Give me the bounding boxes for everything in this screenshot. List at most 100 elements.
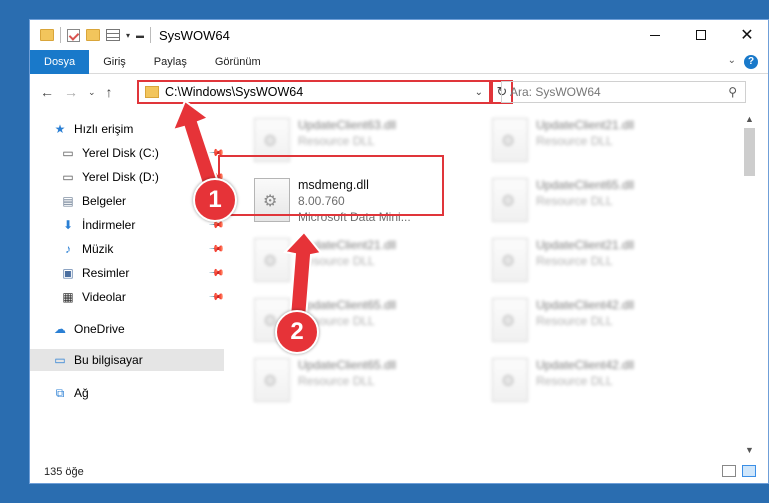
file-desc: Resource DLL: [536, 254, 613, 268]
nav-item-pictures[interactable]: ▣ Resimler 📌: [30, 262, 224, 284]
window-controls: ✕: [632, 20, 768, 50]
tab-share[interactable]: Paylaş: [140, 50, 201, 74]
file-name: UpdateClient65.dll: [536, 178, 635, 192]
nav-item-label: İndirmeler: [82, 218, 136, 232]
file-item[interactable]: UpdateClient65.dll Resource DLL: [484, 174, 706, 226]
explorer-window: ▾ ▬ SysWOW64 ✕ Dosya Giriş Paylaş Görünü…: [29, 19, 769, 484]
nav-item-music[interactable]: ♪ Müzik 📌: [30, 238, 225, 260]
item-count: 135 öğe: [44, 466, 84, 478]
dll-file-icon: [254, 238, 290, 282]
video-icon: ▦: [62, 290, 74, 304]
cloud-icon: ☁: [54, 322, 66, 336]
chevron-down-icon[interactable]: ▾: [126, 31, 130, 40]
search-input[interactable]: Ara: SysWOW64: [510, 85, 728, 99]
dll-file-icon: [492, 178, 528, 222]
dll-file-icon: [492, 298, 528, 342]
back-arrow-icon[interactable]: ←: [40, 84, 54, 100]
file-name: UpdateClient21.dll: [536, 118, 635, 132]
nav-item-label: Yerel Disk (C:): [82, 146, 159, 160]
toolbar-separator: [150, 27, 152, 43]
minimize-button[interactable]: [632, 20, 678, 50]
address-row: ← → ⌄ ↑ C:\Windows\SysWOW64 ⌄ ↻ Ara: Sys…: [30, 75, 768, 109]
nav-item-label: Videolar: [82, 290, 126, 304]
scroll-thumb[interactable]: [744, 128, 755, 176]
network-icon: ⧉: [55, 385, 65, 400]
customize-toolbar-icon[interactable]: ▬: [136, 31, 144, 40]
address-bar[interactable]: C:\Windows\SysWOW64 ⌄: [137, 80, 491, 104]
pin-icon[interactable]: 📌: [208, 265, 225, 282]
nav-item-label: Hızlı erişim: [74, 122, 134, 136]
nav-item-label: Yerel Disk (D:): [82, 170, 159, 184]
folder-icon[interactable]: [40, 29, 54, 41]
maximize-button[interactable]: [678, 20, 724, 50]
folder-icon: [145, 86, 159, 98]
file-item[interactable]: UpdateClient21.dll Resource DLL: [484, 114, 706, 166]
file-name: UpdateClient21.dll: [298, 238, 397, 252]
nav-item-videos[interactable]: ▦ Videolar 📌: [30, 286, 224, 308]
file-desc: Resource DLL: [536, 194, 613, 208]
file-name: UpdateClient65.dll: [298, 358, 397, 372]
close-icon: ✕: [740, 27, 754, 44]
file-desc: Resource DLL: [536, 374, 613, 388]
pin-icon[interactable]: 📌: [208, 241, 225, 258]
tab-view[interactable]: Görünüm: [201, 50, 275, 74]
dll-file-icon: [492, 358, 528, 402]
navigation-pane: ★ Hızlı erişim ▭ Yerel Disk (C:) 📌 ▭ Yer…: [30, 110, 225, 460]
help-icon[interactable]: ?: [744, 55, 758, 69]
dll-file-icon: [492, 118, 528, 162]
pin-icon[interactable]: 📌: [208, 289, 225, 306]
new-folder-icon[interactable]: [86, 29, 100, 41]
nav-item-label: OneDrive: [74, 322, 125, 336]
nav-item-downloads[interactable]: ⬇ İndirmeler 📌: [30, 214, 225, 236]
nav-item-onedrive[interactable]: ☁ OneDrive: [30, 318, 224, 340]
nav-item-network[interactable]: ⧉ Ağ: [30, 382, 224, 404]
nav-item-this-pc[interactable]: ▭ Bu bilgisayar: [30, 349, 224, 371]
file-desc: Resource DLL: [298, 254, 375, 268]
drive-icon: ▭: [62, 170, 74, 184]
address-path[interactable]: C:\Windows\SysWOW64: [165, 85, 475, 99]
search-box[interactable]: Ara: SysWOW64 ⚲: [501, 81, 746, 103]
nav-item-drive-c[interactable]: ▭ Yerel Disk (C:) 📌: [30, 142, 224, 164]
file-name: UpdateClient63.dll: [298, 118, 397, 132]
chevron-down-icon[interactable]: ⌄: [475, 87, 483, 98]
file-item[interactable]: UpdateClient65.dll Resource DLL: [246, 354, 468, 406]
scroll-down-icon[interactable]: ▼: [745, 445, 754, 455]
expand-ribbon-icon[interactable]: ⌄: [728, 55, 736, 66]
search-icon: ⚲: [728, 85, 737, 99]
file-desc: Resource DLL: [536, 314, 613, 328]
recent-locations-icon[interactable]: ⌄: [88, 87, 96, 98]
tab-home[interactable]: Giriş: [89, 50, 140, 74]
tab-file[interactable]: Dosya: [30, 49, 90, 74]
tiles-view-icon[interactable]: [742, 465, 756, 477]
file-desc: Resource DLL: [298, 374, 375, 388]
toolbar-separator: [60, 27, 61, 43]
properties-icon[interactable]: [106, 29, 120, 41]
nav-item-label: Bu bilgisayar: [74, 353, 143, 367]
vertical-scrollbar[interactable]: ▲ ▼: [741, 110, 758, 455]
documents-icon: ▤: [62, 194, 74, 208]
forward-arrow-icon[interactable]: →: [64, 84, 78, 100]
nav-item-label: Müzik: [82, 242, 114, 256]
dll-file-icon: [492, 238, 528, 282]
up-arrow-icon[interactable]: ↑: [106, 84, 113, 100]
scroll-up-icon[interactable]: ▲: [745, 114, 754, 124]
file-item[interactable]: UpdateClient21.dll Resource DLL: [246, 234, 468, 286]
file-item[interactable]: UpdateClient42.dll Resource DLL: [484, 294, 706, 346]
nav-item-quick-access[interactable]: ★ Hızlı erişim: [30, 118, 224, 140]
callout-badge-2: 2: [275, 310, 319, 354]
music-icon: ♪: [65, 242, 71, 256]
checkmark-icon[interactable]: [67, 28, 80, 42]
window-title: SysWOW64: [159, 27, 230, 43]
ribbon-tabs: Dosya Giriş Paylaş Görünüm ⌄ ?: [30, 49, 768, 74]
maximize-icon: [696, 30, 706, 40]
close-button[interactable]: ✕: [724, 20, 768, 50]
pictures-icon: ▣: [62, 266, 74, 280]
file-name: UpdateClient65.dll: [298, 298, 397, 312]
highlight-box-file: [218, 155, 444, 216]
nav-item-drive-d[interactable]: ▭ Yerel Disk (D:) 📌: [30, 166, 224, 188]
nav-item-label: Belgeler: [82, 194, 127, 208]
file-item[interactable]: UpdateClient21.dll Resource DLL: [484, 234, 706, 286]
file-desc: Resource DLL: [298, 134, 375, 148]
file-item[interactable]: UpdateClient42.dll Resource DLL: [484, 354, 706, 406]
details-view-icon[interactable]: [722, 465, 736, 477]
